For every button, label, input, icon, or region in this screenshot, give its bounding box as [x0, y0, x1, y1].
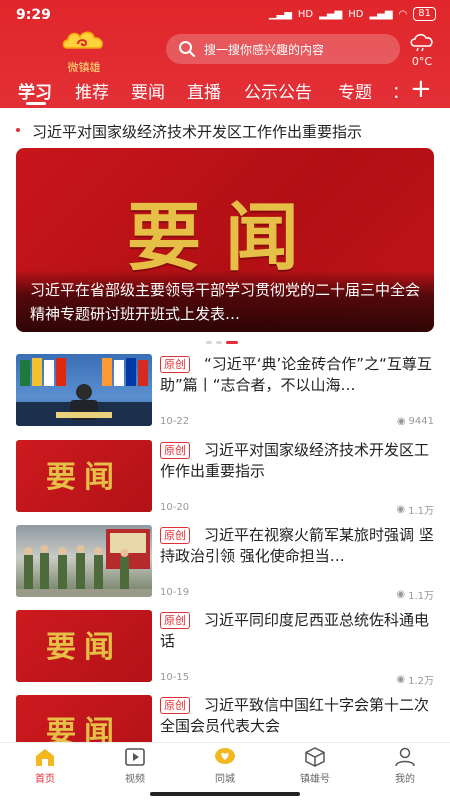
- cube-icon: [305, 747, 325, 767]
- top-header: 9:29 ▁▃▅ HD ▂▄▆ HD ▂▄▆ ◠ 81 微镇雄 搜一搜你感兴趣的…: [0, 0, 450, 108]
- news-thumbnail: [16, 354, 152, 426]
- nav-video[interactable]: 视频: [105, 747, 165, 785]
- news-date: 10-20: [160, 502, 190, 513]
- news-title: 习近平在视察火箭军某旅时强调 坚持政治引领 强化使命担当…: [160, 525, 434, 567]
- news-title-text: 习近平对国家级经济技术开发区工作作出重要指示: [160, 441, 430, 480]
- troops-photo-icon: [16, 529, 152, 597]
- weather-temp: 0°C: [411, 55, 433, 68]
- news-item[interactable]: 要闻 原创 习近平致信中国红十字会第十二次全国会员代表大会: [16, 695, 434, 742]
- summit-photo-icon: [16, 358, 152, 426]
- tab-topics[interactable]: 专题: [338, 78, 372, 103]
- signal-icon-2: ▂▄▆: [369, 8, 393, 20]
- nav-profile[interactable]: 我的: [375, 747, 435, 785]
- cloud-rain-icon: [410, 33, 433, 52]
- news-item[interactable]: 原创 “习近平‘典’论金砖合作”之“互尊互助”篇丨“志合者，不以山海… 10-2…: [16, 354, 434, 436]
- carousel-dot-active: [226, 341, 238, 344]
- search-placeholder: 搜一搜你感兴趣的内容: [204, 42, 325, 57]
- news-views: ◉ 1.1万: [396, 502, 434, 517]
- auspicious-cloud-icon: [62, 31, 103, 49]
- featured-banner[interactable]: 要闻 习近平在省部级主要领导干部学习贯彻党的二十届三中全会精神专题研讨班开班式上…: [16, 148, 434, 332]
- banner-caption: 习近平在省部级主要领导干部学习贯彻党的二十届三中全会精神专题研讨班开班式上发表…: [30, 281, 421, 323]
- eye-icon: ◉: [396, 674, 406, 685]
- video-icon: [125, 748, 145, 766]
- status-icons: ▁▃▅ HD ▂▄▆ HD ▂▄▆ ◠ 81: [269, 7, 436, 21]
- tab-news[interactable]: 要闻: [131, 78, 165, 103]
- news-item[interactable]: 要闻 原创 习近平对国家级经济技术开发区工作作出重要指示 10-20 ◉ 1.1万: [16, 440, 434, 522]
- news-title-text: 习近平同印度尼西亚总统佐科通电话: [160, 611, 430, 650]
- views-count: 1.1万: [408, 506, 434, 517]
- signal-icon: ▂▄▆: [319, 8, 343, 20]
- ticker-text: 习近平对国家级经济技术开发区工作作出重要指示: [32, 123, 363, 141]
- home-gesture-bar[interactable]: [150, 792, 300, 796]
- home-icon: [36, 749, 54, 766]
- tab-live[interactable]: 直播: [187, 78, 221, 103]
- nav-home[interactable]: 首页: [15, 747, 75, 785]
- nav-video-label: 视频: [125, 774, 145, 785]
- nav-profile-label: 我的: [395, 774, 415, 785]
- news-views: ◉ 1.2万: [396, 672, 434, 687]
- nav-local-label: 同城: [215, 774, 235, 785]
- news-thumbnail: 要闻: [16, 610, 152, 682]
- news-date: 10-22: [160, 416, 190, 427]
- news-thumbnail: 要闻: [16, 440, 152, 512]
- add-channel-icon[interactable]: +: [410, 76, 432, 102]
- thumbnail-text: 要闻: [46, 460, 122, 495]
- active-tab-indicator: [26, 102, 46, 105]
- news-views: ◉ 9441: [397, 416, 434, 427]
- carousel-dot: [216, 341, 222, 344]
- nav-home-label: 首页: [35, 774, 55, 785]
- banner-image-text: 要闻: [127, 195, 323, 281]
- news-item[interactable]: 原创 习近平在视察火箭军某旅时强调 坚持政治引领 强化使命担当… 10-19 ◉…: [16, 525, 434, 607]
- news-thumbnail: [16, 525, 152, 597]
- thumbnail-text: 要闻: [46, 715, 122, 742]
- news-title-text: “习近平‘典’论金砖合作”之“互尊互助”篇丨“志合者，不以山海…: [160, 355, 432, 394]
- nav-account[interactable]: 镇雄号: [285, 747, 345, 785]
- wifi-icon: ◠: [398, 8, 408, 20]
- search-bar[interactable]: 搜一搜你感兴趣的内容: [166, 34, 400, 64]
- tab-overflow[interactable]: ：: [392, 78, 409, 103]
- tab-recommend[interactable]: 推荐: [75, 78, 109, 103]
- news-item[interactable]: 要闻 原创 习近平同印度尼西亚总统佐科通电话 10-15 ◉ 1.2万: [16, 610, 434, 692]
- news-date: 10-19: [160, 587, 190, 598]
- carousel-dot: [206, 341, 212, 344]
- logo-text: 微镇雄: [67, 61, 101, 74]
- weather-widget[interactable]: 0°C: [404, 32, 440, 68]
- network-label-1: HD: [297, 8, 314, 20]
- news-title: 习近平致信中国红十字会第十二次全国会员代表大会: [160, 695, 434, 737]
- news-views: ◉ 1.1万: [396, 587, 434, 602]
- bullet-icon: [16, 128, 20, 132]
- nav-account-label: 镇雄号: [300, 774, 330, 785]
- battery-icon: 81: [413, 7, 436, 21]
- thumbnail-text: 要闻: [46, 630, 122, 665]
- news-date: 10-15: [160, 672, 190, 683]
- channel-tabs: 学习 推荐 要闻 直播 公示公告 专题 ： +: [0, 74, 450, 108]
- chat-heart-icon: [215, 748, 235, 764]
- nav-local[interactable]: 同城: [195, 747, 255, 785]
- news-title-text: 习近平在视察火箭军某旅时强调 坚持政治引领 强化使命担当…: [160, 526, 434, 565]
- tab-notices[interactable]: 公示公告: [244, 78, 312, 103]
- headline-ticker[interactable]: 习近平对国家级经济技术开发区工作作出重要指示: [0, 115, 450, 145]
- views-count: 1.2万: [408, 676, 434, 687]
- carousel-indicator: [206, 341, 238, 344]
- news-title: “习近平‘典’论金砖合作”之“互尊互助”篇丨“志合者，不以山海…: [160, 354, 434, 396]
- eye-icon: ◉: [396, 504, 406, 515]
- tab-study[interactable]: 学习: [18, 78, 52, 103]
- notification-icon: ▁▃▅: [268, 8, 292, 20]
- app-logo[interactable]: 微镇雄: [56, 28, 112, 74]
- eye-icon: ◉: [396, 416, 406, 427]
- status-bar: 9:29 ▁▃▅ HD ▂▄▆ HD ▂▄▆ ◠ 81: [0, 0, 450, 30]
- status-time: 9:29: [16, 7, 51, 23]
- search-icon: [179, 41, 195, 57]
- eye-icon: ◉: [396, 589, 406, 600]
- news-title-text: 习近平致信中国红十字会第十二次全国会员代表大会: [160, 696, 430, 735]
- user-icon: [395, 747, 415, 767]
- news-title: 习近平同印度尼西亚总统佐科通电话: [160, 610, 434, 652]
- views-count: 9441: [408, 416, 434, 427]
- news-thumbnail: 要闻: [16, 695, 152, 742]
- bottom-navigation: 首页 视频 同城 镇雄号 我的: [0, 742, 450, 789]
- views-count: 1.1万: [408, 591, 434, 602]
- news-title: 习近平对国家级经济技术开发区工作作出重要指示: [160, 440, 434, 482]
- network-label-2: HD: [348, 8, 364, 20]
